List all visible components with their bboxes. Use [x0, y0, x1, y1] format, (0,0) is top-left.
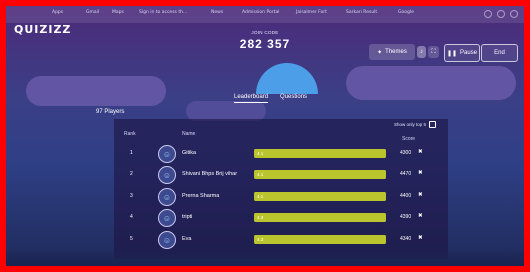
bookmark-sign-in[interactable]: Sign in to access th… — [139, 10, 187, 15]
extension-icon[interactable] — [484, 10, 492, 18]
score-cell: 4390 — [400, 214, 412, 220]
palette-icon: ✦ — [377, 49, 383, 56]
accuracy-bar-fill — [254, 213, 386, 222]
bookmark-maps[interactable]: Maps — [112, 10, 124, 15]
remove-icon[interactable]: ✖ — [418, 213, 423, 219]
accuracy-bar: 4.3 — [254, 213, 386, 222]
moon-decoration — [256, 63, 318, 94]
avatar: ☺ — [158, 209, 176, 227]
remove-icon[interactable]: ✖ — [418, 170, 423, 176]
screen-frame: Apps Gmail Maps Sign in to access th… Ne… — [6, 6, 524, 266]
name-header: Name — [182, 131, 196, 137]
score-cell: 4300 — [400, 150, 412, 156]
rank-cell: 5 — [130, 236, 133, 242]
accuracy-bar-fill — [254, 235, 386, 244]
rank-cell: 1 — [130, 150, 133, 156]
avatar: ☺ — [158, 231, 176, 249]
avatar: ☺ — [158, 145, 176, 163]
score-cell: 4340 — [400, 236, 412, 242]
table-row: 1 ☺ Gitika 4.1 4300 ✖ — [118, 142, 446, 164]
rank-cell: 3 — [130, 193, 133, 199]
table-row: 3 ☺ Prerna Sharma 4.1 4400 ✖ — [118, 185, 446, 207]
rank-cell: 2 — [130, 171, 133, 177]
view-tabs: Leaderboard Questions — [234, 94, 307, 103]
cloud-decoration — [346, 66, 516, 100]
bookmark-google[interactable]: Google — [398, 10, 414, 15]
score-cell: 4400 — [400, 193, 412, 199]
player-name: tripti — [182, 214, 193, 220]
accuracy-bar-label: 4.3 — [257, 237, 264, 242]
accuracy-bar-label: 4.3 — [257, 215, 264, 220]
player-name: Shivani Bhps Brij vihar — [182, 171, 238, 177]
remove-icon[interactable]: ✖ — [418, 235, 423, 241]
cloud-decoration — [186, 101, 266, 121]
table-row: 2 ☺ Shivani Bhps Brij vihar 4.1 4470 ✖ — [118, 163, 446, 185]
accuracy-bar-label: 4.1 — [257, 194, 264, 199]
table-row: 5 ☺ Eva 4.3 4340 ✖ — [118, 228, 446, 250]
rank-cell: 4 — [130, 214, 133, 220]
player-count: 97 Players — [96, 109, 125, 115]
accuracy-bar-label: 4.1 — [257, 172, 264, 177]
player-name: Prerna Sharma — [182, 193, 220, 199]
bookmark-fort[interactable]: Jaisalmer Fort — [296, 10, 327, 15]
remove-icon[interactable]: ✖ — [418, 149, 423, 155]
remove-icon[interactable]: ✖ — [418, 192, 423, 198]
themes-button[interactable]: ✦ Themes — [369, 44, 415, 60]
bookmark-apps[interactable]: Apps — [52, 10, 63, 15]
show-top-label: Show only top 5 — [394, 122, 427, 127]
end-button[interactable]: End — [481, 44, 518, 62]
browser-icons — [484, 10, 518, 18]
profile-icon[interactable] — [497, 10, 505, 18]
pause-label: Pause — [460, 50, 478, 56]
show-top-toggle[interactable]: Show only top 5 — [394, 121, 437, 128]
menu-icon[interactable] — [510, 10, 518, 18]
tab-questions[interactable]: Questions — [280, 94, 307, 103]
themes-label: Themes — [385, 49, 407, 55]
accuracy-bar: 4.3 — [254, 235, 386, 244]
accuracy-bar-label: 4.1 — [257, 151, 264, 156]
pause-button[interactable]: ❚❚ Pause — [444, 44, 480, 62]
accuracy-bar: 4.1 — [254, 149, 386, 158]
accuracy-bar-fill — [254, 170, 386, 179]
bookmark-gmail[interactable]: Gmail — [86, 10, 99, 15]
accuracy-bar: 4.1 — [254, 192, 386, 201]
rank-header: Rank — [124, 131, 136, 137]
music-button[interactable]: ♪ — [417, 46, 426, 58]
fullscreen-button[interactable]: ⛶ — [428, 46, 439, 58]
table-row: 4 ☺ tripti 4.3 4390 ✖ — [118, 206, 446, 228]
bookmarks-bar: Apps Gmail Maps Sign in to access th… Ne… — [6, 6, 524, 23]
bottom-shadow — [6, 248, 524, 266]
join-code-label: JOIN CODE — [251, 30, 279, 35]
music-icon: ♪ — [420, 49, 423, 55]
bookmark-news[interactable]: News — [211, 10, 223, 15]
cloud-decoration — [26, 76, 166, 106]
tab-leaderboard[interactable]: Leaderboard — [234, 94, 269, 103]
bookmark-admission[interactable]: Admission Portal — [242, 10, 279, 15]
accuracy-bar-fill — [254, 149, 386, 158]
score-cell: 4470 — [400, 171, 412, 177]
pause-icon: ❚❚ — [446, 50, 458, 57]
end-label: End — [494, 50, 505, 56]
accuracy-bar: 4.1 — [254, 170, 386, 179]
player-name: Gitika — [182, 150, 197, 156]
accuracy-bar-fill — [254, 192, 386, 201]
fullscreen-icon: ⛶ — [431, 48, 436, 55]
bookmark-result[interactable]: Sarkari Result — [346, 10, 377, 15]
avatar: ☺ — [158, 188, 176, 206]
avatar: ☺ — [158, 166, 176, 184]
player-name: Eva — [182, 236, 192, 242]
show-top-checkbox[interactable] — [429, 121, 437, 128]
